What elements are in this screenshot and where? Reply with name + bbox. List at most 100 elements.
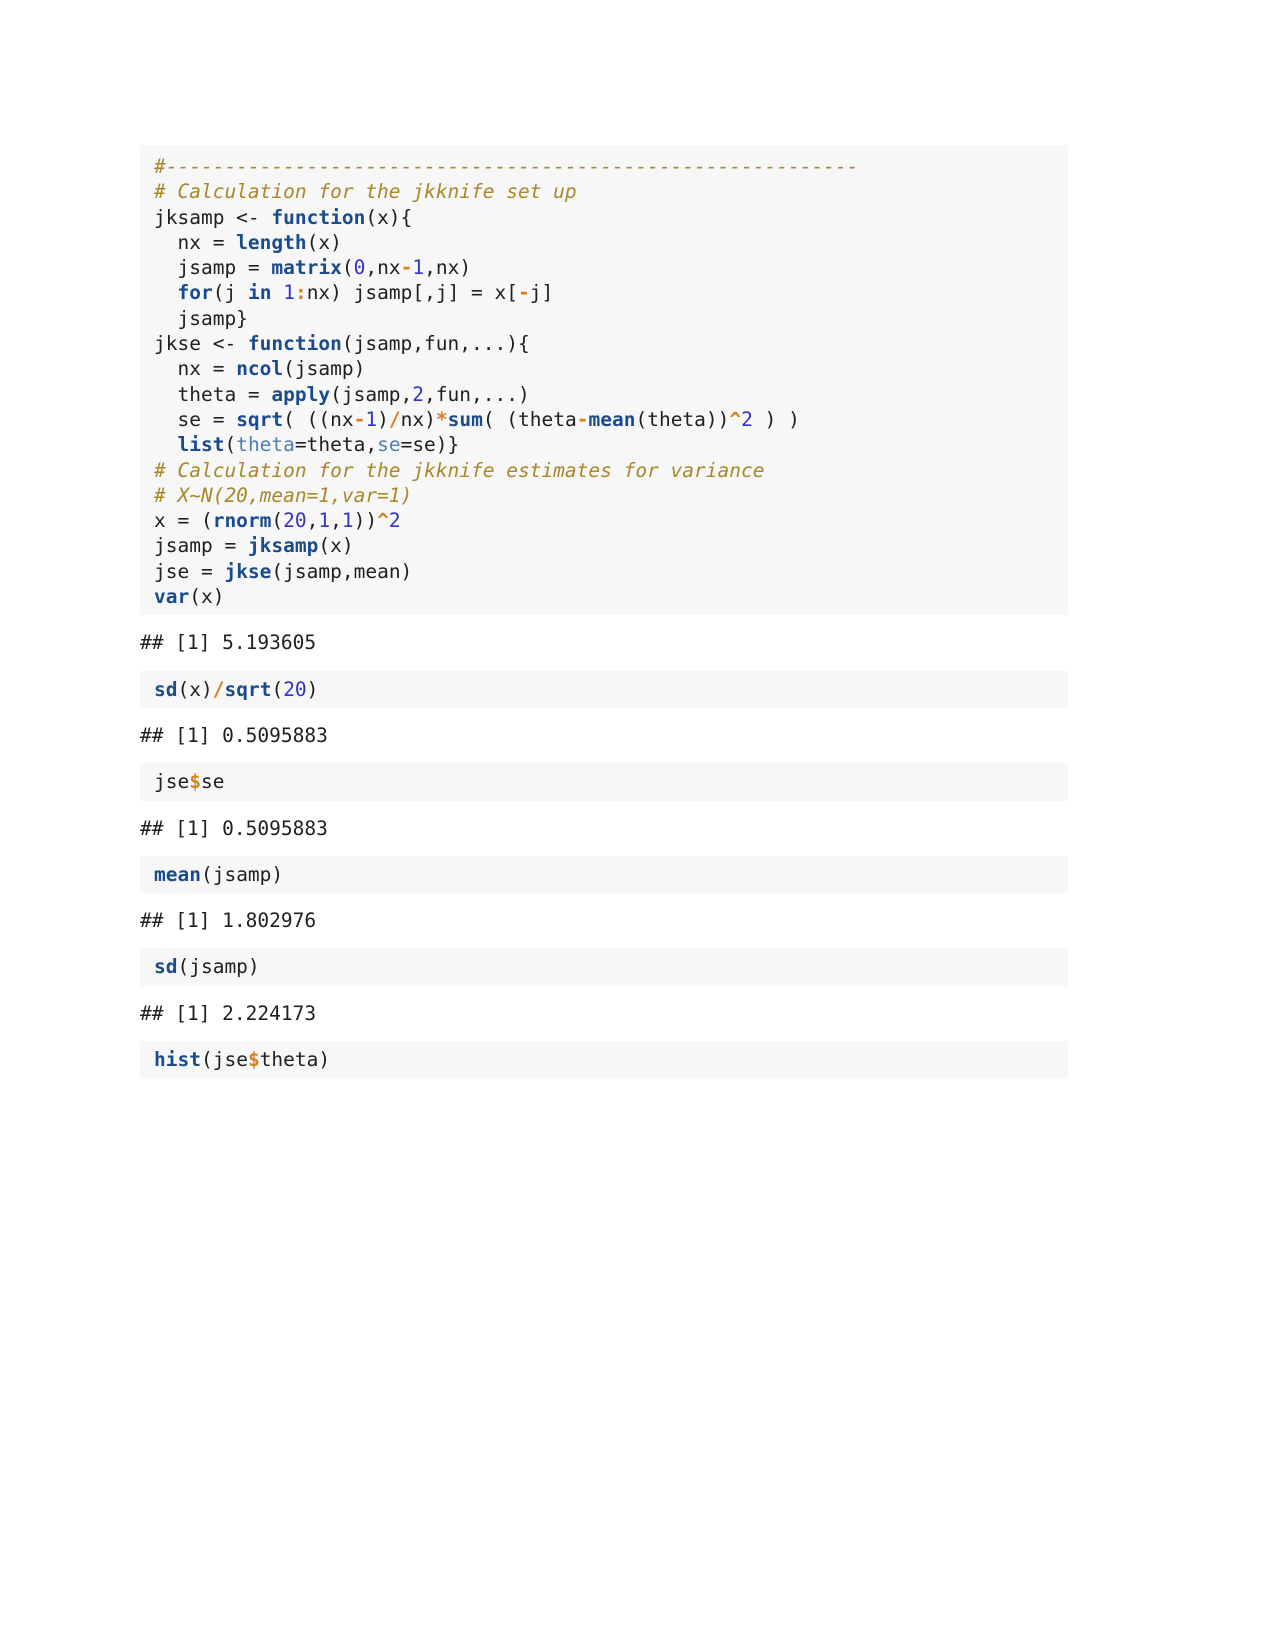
token-pl: theta =	[154, 382, 272, 406]
code-line: #---------------------------------------…	[154, 154, 1068, 179]
code-line: hist(jse$theta)	[154, 1047, 1068, 1072]
block-spacer	[140, 893, 1068, 905]
code-block[interactable]: hist(jse$theta)	[140, 1041, 1068, 1079]
token-kw: sum	[447, 407, 483, 431]
token-pl: ## [1] 0.5095883	[140, 723, 328, 747]
token-pl: ( ((nx	[283, 407, 354, 431]
code-line: list(theta=theta,se=se)}	[154, 432, 1068, 457]
token-pl: nx =	[154, 357, 237, 381]
token-kw: mean	[588, 407, 636, 431]
token-cm: # X~N(20,mean=1,var=1)	[154, 483, 413, 507]
token-pl: =theta,	[294, 433, 378, 457]
token-cm: # Calculation for the jkknife set up	[154, 180, 577, 204]
output-block: ## [1] 0.5095883	[140, 811, 1068, 845]
token-pl: jsamp}	[154, 306, 248, 330]
output-line: ## [1] 0.5095883	[140, 816, 1068, 841]
token-pl: nx) jsamp[,j] = x[	[306, 281, 519, 305]
token-cm: #---------------------------------------…	[154, 155, 859, 178]
token-pl: (theta))	[635, 407, 730, 431]
token-arg: theta	[236, 433, 295, 457]
token-pl: (	[271, 677, 284, 701]
token-pl: ## [1] 2.224173	[140, 1001, 317, 1025]
token-kw: var	[154, 585, 190, 609]
token-num: 1	[283, 281, 295, 305]
token-num: 2	[412, 382, 425, 406]
code-line: mean(jsamp)	[154, 862, 1068, 887]
token-pl: (x)	[189, 585, 225, 609]
token-pl: (jsamp)	[200, 862, 284, 886]
token-num: 1	[341, 509, 354, 533]
token-num: 1	[365, 407, 378, 431]
output-block: ## [1] 0.5095883	[140, 718, 1068, 753]
code-line: x = (rnorm(20,1,1))^2	[154, 508, 1068, 533]
token-pl: (jsamp,mean)	[271, 559, 413, 583]
code-line: sd(x)/sqrt(20)	[154, 677, 1068, 702]
token-kw: ncol	[236, 357, 284, 381]
code-line: jksamp <- function(x){	[154, 205, 1068, 230]
token-num: 2	[388, 509, 401, 533]
block-spacer	[140, 800, 1068, 812]
block-spacer	[140, 937, 1068, 949]
token-pl: ( (theta	[482, 407, 577, 431]
output-line: ## [1] 5.193605	[140, 630, 1068, 655]
token-op: -	[576, 407, 589, 431]
token-pl: (x)	[318, 534, 354, 558]
block-spacer	[140, 844, 1068, 856]
token-pl: se =	[154, 407, 237, 431]
token-kw: sqrt	[236, 407, 284, 431]
token-pl: ))	[353, 509, 378, 533]
code-block[interactable]: jse$se	[140, 763, 1068, 801]
token-pl: ,fun,...)	[424, 382, 530, 406]
code-line: # X~N(20,mean=1,var=1)	[154, 483, 1068, 508]
code-line: nx = length(x)	[154, 230, 1068, 255]
block-spacer	[140, 985, 1068, 997]
token-kw: for	[177, 281, 213, 305]
code-line: nx = ncol(jsamp)	[154, 356, 1068, 381]
token-op: -	[518, 281, 530, 305]
token-op: /	[212, 677, 225, 701]
token-fn: jkse	[224, 559, 272, 583]
token-op: ^	[729, 407, 742, 431]
code-line: se = sqrt( ((nx-1)/nx)*sum( (theta-mean(…	[154, 407, 1068, 432]
code-line: theta = apply(jsamp,2,fun,...)	[154, 382, 1068, 407]
token-pl: (	[271, 509, 284, 533]
code-line: jse = jkse(jsamp,mean)	[154, 559, 1068, 584]
token-pl: j]	[529, 281, 554, 305]
code-line: # Calculation for the jkknife set up	[154, 179, 1068, 204]
block-spacer	[140, 752, 1068, 764]
token-pl: jsamp =	[154, 534, 248, 558]
token-num: 0	[353, 256, 366, 280]
token-kw: hist	[154, 1048, 201, 1072]
token-op: $	[189, 770, 201, 794]
token-kw: sqrt	[224, 677, 272, 701]
token-kw: function	[247, 332, 342, 356]
token-pl: (jsamp,fun,...){	[341, 332, 530, 356]
token-op: -	[353, 407, 366, 431]
token-num: 20	[283, 677, 307, 701]
code-line: var(x)	[154, 584, 1068, 609]
token-pl: (	[341, 256, 354, 280]
token-pl: jksamp <-	[154, 205, 272, 229]
output-line: ## [1] 1.802976	[140, 908, 1068, 933]
token-pl: ,	[330, 509, 342, 533]
token-arg: se	[377, 433, 401, 457]
token-pl: x = (	[154, 509, 213, 533]
token-pl: jse	[154, 770, 190, 794]
token-kw: length	[236, 230, 307, 254]
code-line: jse$se	[154, 769, 1068, 794]
code-line: jkse <- function(jsamp,fun,...){	[154, 331, 1068, 356]
token-pl: (x)	[177, 677, 213, 701]
token-pl: jse =	[154, 559, 225, 583]
code-block[interactable]: sd(jsamp)	[140, 948, 1068, 986]
token-pl: (j	[212, 281, 248, 305]
code-block[interactable]: sd(x)/sqrt(20)	[140, 670, 1068, 708]
token-pl: (jsamp,	[330, 382, 413, 406]
token-pl: ## [1] 5.193605	[140, 631, 317, 655]
token-pl: se	[200, 770, 225, 794]
code-block[interactable]: mean(jsamp)	[140, 855, 1068, 894]
token-pl: jkse <-	[154, 332, 248, 356]
output-block: ## [1] 1.802976	[140, 904, 1068, 938]
code-block[interactable]: #---------------------------------------…	[140, 145, 1068, 616]
